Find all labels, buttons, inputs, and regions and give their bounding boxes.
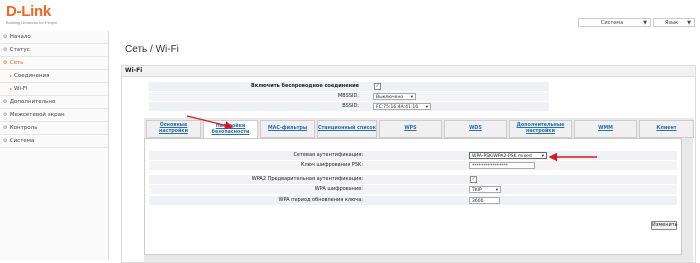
sidebar-item-label: Начало <box>9 34 31 40</box>
tab-label: Дополнительные настройки <box>516 123 565 134</box>
period-value: 3600 <box>472 199 484 204</box>
system-menu-select[interactable]: Система ▼ <box>578 18 651 27</box>
enc-select[interactable]: TKIP ▾ <box>469 186 501 193</box>
logo-tagline: Building Networks for People <box>6 20 58 25</box>
tab-label: Настройки безопасности <box>211 123 250 135</box>
mbssid-value: Выключено <box>376 95 404 100</box>
dlink-logo[interactable]: D-Link Building Networks for People <box>6 4 57 25</box>
security-settings-panel: Сетевая аутентификация: WPA-PSK/WPA2-PSK… <box>144 138 682 255</box>
bullet-icon: ▸ <box>10 73 13 78</box>
enc-row: WPA шифрование: TKIP ▾ <box>149 185 677 194</box>
mbssid-label: MBSSID: <box>337 93 359 99</box>
tab-basic-settings[interactable]: Основные настройки <box>146 120 201 138</box>
system-select-label: Система <box>600 20 624 26</box>
tab-label: WDS <box>469 126 482 131</box>
bullet-icon: ▸ <box>10 86 13 91</box>
tab-station-list[interactable]: Станционный список <box>317 120 377 138</box>
auth-select[interactable]: WPA-PSK/WPA2-PSK mixed ▾ <box>469 152 547 159</box>
tab-label: WPS <box>404 126 417 131</box>
language-select[interactable]: Язык ▼ <box>653 18 695 27</box>
tab-wds[interactable]: WDS <box>444 120 507 138</box>
sidebar-item-advanced[interactable]: ⚙ Дополнительно <box>0 96 108 109</box>
chevron-down-icon: ▾ <box>410 95 413 100</box>
sidebar-item-network[interactable]: ⚙ Сеть <box>0 57 108 70</box>
psk-label: Ключ шифрования PSK: <box>300 162 363 168</box>
tab-label: WMM <box>598 126 613 131</box>
tab-client[interactable]: Клиент <box>639 120 694 138</box>
enable-label: Включить беспроводное соединение <box>251 83 359 89</box>
preauth-checkbox[interactable]: ✓ <box>470 176 477 183</box>
chevron-down-icon: ▾ <box>541 154 544 159</box>
bssid-label: BSSID: <box>342 103 359 109</box>
tab-label: Станционный список <box>318 126 376 131</box>
logo-text: D-Link <box>6 3 51 20</box>
sidebar-item-label: Система <box>9 138 35 144</box>
chevron-down-icon: ▼ <box>643 20 647 26</box>
sidebar-subitem-connections[interactable]: ▸ Соединения <box>0 70 108 83</box>
gear-icon: ⚙ <box>3 47 8 53</box>
auth-value: WPA-PSK/WPA2-PSK mixed <box>472 154 532 159</box>
tab-security-settings[interactable]: Настройки безопасности <box>203 120 258 138</box>
preauth-row: WPA2 Предварительная аутентификация: ✓ <box>149 175 677 184</box>
sidebar-item-status[interactable]: ⚙ Статус <box>0 44 108 57</box>
sidebar-item-label: Статус <box>9 47 30 53</box>
gear-icon: ⚙ <box>3 138 8 144</box>
tab-wmm[interactable]: WMM <box>574 120 637 138</box>
header: D-Link Building Networks for People Сист… <box>0 0 700 31</box>
bssid-row: BSSID: FC:75:16:4A:41:16 ▾ <box>149 102 549 111</box>
sidebar-item-firewall[interactable]: ⚙ Межсетевой экран <box>0 109 108 122</box>
psk-row: Ключ шифрования PSK: **************** <box>149 161 677 170</box>
gear-icon: ⚙ <box>3 99 8 105</box>
psk-value: **************** <box>472 164 508 169</box>
mbssid-row: MBSSID: Выключено ▾ <box>149 92 549 101</box>
sidebar: ⚙ Начало ⚙ Статус ⚙ Сеть ▸ Соединения ▸ Wi… <box>0 31 109 260</box>
enable-row: Включить беспроводное соединение ✓ <box>149 82 549 91</box>
sidebar-item-system[interactable]: ⚙ Система <box>0 135 108 148</box>
chevron-down-icon: ▾ <box>425 105 428 110</box>
tab-mac-filters[interactable]: MAC-фильтры <box>260 120 315 138</box>
bssid-value: FC:75:16:4A:41:16 <box>376 105 419 110</box>
tab-advanced-settings[interactable]: Дополнительные настройки <box>509 120 572 138</box>
tab-wps[interactable]: WPS <box>379 120 442 138</box>
psk-input[interactable]: **************** <box>469 162 535 169</box>
period-row: WPA период обновления ключа: 3600 <box>149 196 677 205</box>
auth-label: Сетевая аутентификация: <box>293 152 363 158</box>
auth-row: Сетевая аутентификация: WPA-PSK/WPA2-PSK… <box>149 151 677 160</box>
gear-icon: ⚙ <box>3 112 8 118</box>
chevron-down-icon: ▾ <box>495 188 498 193</box>
chevron-down-icon: ▼ <box>687 20 691 26</box>
sidebar-item-label: Соединения <box>14 73 50 79</box>
page-title: Сеть / Wi-Fi <box>125 44 179 55</box>
bssid-select[interactable]: FC:75:16:4A:41:16 ▾ <box>373 103 431 110</box>
tab-label: Основные настройки <box>159 123 188 134</box>
sidebar-item-label: Сеть <box>9 60 24 66</box>
sidebar-item-label: Wi-Fi <box>14 86 28 92</box>
enc-label: WPA шифрование: <box>314 186 363 192</box>
sidebar-item-control[interactable]: ⚙ Контроль <box>0 122 108 135</box>
panel-title: Wi-Fi <box>122 66 695 77</box>
sidebar-item-label: Межсетевой экран <box>9 112 65 118</box>
tab-label: MAC-фильтры <box>267 126 308 131</box>
gear-icon: ⚙ <box>3 125 8 131</box>
period-label: WPA период обновления ключа: <box>278 197 363 203</box>
sidebar-item-start[interactable]: ⚙ Начало <box>0 31 108 44</box>
gear-icon: ⚙ <box>3 60 8 66</box>
sidebar-item-label: Контроль <box>9 125 38 131</box>
enable-checkbox[interactable]: ✓ <box>374 83 381 90</box>
preauth-label: WPA2 Предварительная аутентификация: <box>251 176 363 182</box>
tab-label: Клиент <box>656 126 677 131</box>
enc-value: TKIP <box>472 188 482 193</box>
mbssid-select[interactable]: Выключено ▾ <box>373 93 416 100</box>
sidebar-item-label: Дополнительно <box>9 99 56 105</box>
gear-icon: ⚙ <box>3 34 8 40</box>
period-input[interactable]: 3600 <box>469 197 500 204</box>
main-content: Сеть / Wi-Fi Wi-Fi Включить беспроводное… <box>109 31 700 263</box>
change-button[interactable]: Изменить <box>651 221 678 230</box>
sidebar-subitem-wifi[interactable]: ▸ Wi-Fi <box>0 83 108 96</box>
